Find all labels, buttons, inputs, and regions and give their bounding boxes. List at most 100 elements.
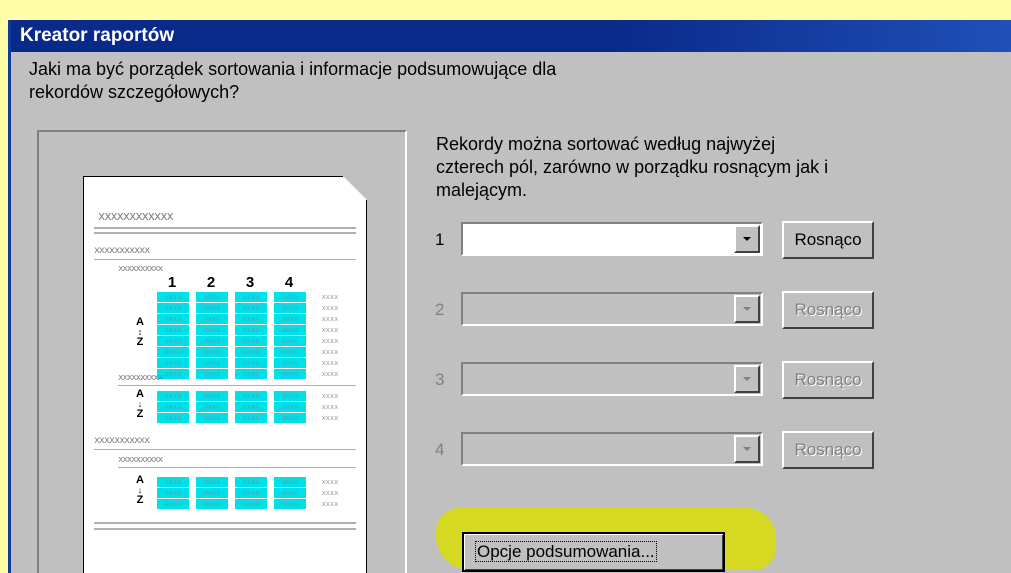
preview-cell: xxxx xyxy=(321,392,339,400)
preview-cell: xxxx xyxy=(196,325,228,335)
column-number: 4 xyxy=(284,274,294,291)
preview-cell: xxxx xyxy=(274,358,306,368)
preview-cell: xxxx xyxy=(321,315,339,323)
description-line-2: czterech pól, zarówno w porządku rosnący… xyxy=(436,157,829,177)
preview-cell: xxxx xyxy=(321,414,339,422)
chevron-down-icon[interactable] xyxy=(734,295,760,323)
preview-cell: xxxx xyxy=(235,325,267,335)
preview-cell: xxxx xyxy=(321,348,339,356)
sort-order-4-button[interactable]: Rosnąco xyxy=(782,431,874,469)
preview-rule xyxy=(94,227,356,229)
preview-cell: xxxx xyxy=(157,314,189,324)
preview-cell: xxxx xyxy=(274,369,306,379)
report-preview-page: xxxxxxxxxxxx xxxxxxxxxxx xxxxxxxxxx 1 2 … xyxy=(83,176,367,573)
preview-cell: xxxx xyxy=(196,336,228,346)
preview-cell: xxxx xyxy=(274,402,306,412)
preview-cell: xxxx xyxy=(321,337,339,345)
preview-cell: xxxx xyxy=(196,391,228,401)
sort-az-icon: A ↓ Z xyxy=(134,388,146,420)
preview-cell: xxxx xyxy=(157,477,189,487)
question-text: Jaki ma być porządek sortowania i inform… xyxy=(29,58,729,104)
preview-cell: xxxx xyxy=(157,347,189,357)
preview-cell: xxxx xyxy=(157,488,189,498)
description-line-1: Rekordy można sortować według najwyżej xyxy=(436,134,776,154)
sort-field-number-2: 2 xyxy=(435,300,445,319)
preview-group-text: xxxxxxxxxxx xyxy=(94,435,150,446)
preview-cell: xxxx xyxy=(196,499,228,509)
summary-options-button[interactable]: Opcje podsumowania... xyxy=(462,532,725,572)
preview-cell: xxxx xyxy=(157,391,189,401)
preview-cell: xxxx xyxy=(157,499,189,509)
preview-cell: xxxx xyxy=(321,326,339,334)
preview-sub-text: xxxxxxxxxx xyxy=(118,264,163,274)
preview-cell: xxxx xyxy=(321,478,339,486)
preview-cell: xxxx xyxy=(274,303,306,313)
sort-field-1-combo[interactable] xyxy=(461,222,763,256)
description-line-3: malejącym. xyxy=(436,180,528,200)
sort-description: Rekordy można sortować według najwyżej c… xyxy=(436,133,906,202)
preview-rule xyxy=(118,385,356,386)
sort-order-1-button[interactable]: Rosnąco xyxy=(782,221,874,259)
preview-cell: xxxx xyxy=(235,336,267,346)
preview-cell: xxxx xyxy=(196,314,228,324)
preview-cell: xxxx xyxy=(321,304,339,312)
preview-cell: xxxx xyxy=(274,336,306,346)
sort-field-2-combo[interactable] xyxy=(461,292,763,326)
preview-cell: xxxx xyxy=(321,489,339,497)
preview-cell: xxxx xyxy=(321,403,339,411)
chevron-down-icon[interactable] xyxy=(734,435,760,463)
preview-rule xyxy=(94,528,356,530)
report-preview-panel: xxxxxxxxxxxx xxxxxxxxxxx xxxxxxxxxx 1 2 … xyxy=(37,130,407,573)
preview-cell: xxxx xyxy=(196,358,228,368)
sort-z-letter: Z xyxy=(136,336,144,348)
preview-cell: xxxx xyxy=(274,413,306,423)
preview-group-text: xxxxxxxxxxx xyxy=(94,245,150,256)
chevron-down-icon[interactable] xyxy=(734,365,760,393)
preview-cell: xxxx xyxy=(196,488,228,498)
column-number: 2 xyxy=(206,274,216,291)
preview-cell: xxxx xyxy=(235,358,267,368)
preview-cell: xxxx xyxy=(274,488,306,498)
preview-cell: xxxx xyxy=(235,413,267,423)
preview-cell: xxxx xyxy=(157,413,189,423)
preview-cell: xxxx xyxy=(157,336,189,346)
preview-cell: xxxx xyxy=(321,293,339,301)
preview-cell: xxxx xyxy=(235,488,267,498)
preview-cell: xxxx xyxy=(196,303,228,313)
preview-cell: xxxx xyxy=(157,292,189,302)
preview-cell: xxxx xyxy=(235,292,267,302)
column-number: 3 xyxy=(245,274,255,291)
preview-cell: xxxx xyxy=(274,347,306,357)
sort-order-3-button[interactable]: Rosnąco xyxy=(782,361,874,399)
preview-cell: xxxx xyxy=(274,292,306,302)
preview-cell: xxxx xyxy=(274,477,306,487)
preview-cell: xxxx xyxy=(321,500,339,508)
preview-rule xyxy=(94,449,356,450)
preview-cell: xxxx xyxy=(235,499,267,509)
column-number: 1 xyxy=(167,274,177,291)
preview-cell: xxxx xyxy=(157,358,189,368)
question-line-2: rekordów szczegółowych? xyxy=(29,82,240,102)
sort-field-3-combo[interactable] xyxy=(461,362,763,396)
preview-cell: xxxx xyxy=(274,314,306,324)
report-wizard-dialog: Kreator raportów Jaki ma być porządek so… xyxy=(8,20,1011,573)
preview-sub-text: xxxxxxxxxx xyxy=(118,373,163,383)
preview-cell: xxxx xyxy=(235,314,267,324)
sort-a-letter: A xyxy=(136,388,144,400)
preview-cell: xxxx xyxy=(321,359,339,367)
window-title: Kreator raportów xyxy=(11,20,1011,52)
page-fold-icon xyxy=(343,176,367,200)
preview-cell: xxxx xyxy=(157,303,189,313)
sort-order-2-button[interactable]: Rosnąco xyxy=(782,291,874,329)
preview-cell: xxxx xyxy=(157,402,189,412)
sort-a-letter: A xyxy=(136,316,144,328)
sort-field-4-combo[interactable] xyxy=(461,432,763,466)
preview-rule xyxy=(94,232,356,234)
preview-cell: xxxx xyxy=(274,499,306,509)
chevron-down-icon[interactable] xyxy=(734,225,760,253)
sort-a-letter: A xyxy=(136,474,144,486)
sort-field-number-1: 1 xyxy=(435,230,445,249)
sort-field-number-4: 4 xyxy=(435,440,445,459)
preview-rule xyxy=(118,467,356,468)
preview-cell: xxxx xyxy=(196,292,228,302)
